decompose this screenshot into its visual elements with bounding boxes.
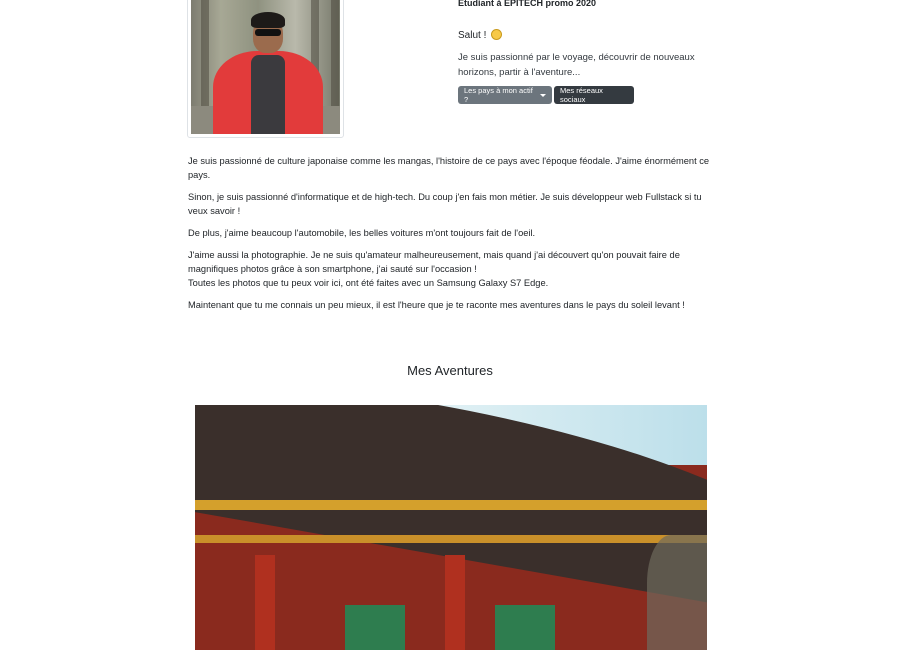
smiling-face-icon	[491, 29, 503, 40]
adventure-photo-shrine[interactable]	[195, 405, 707, 650]
profile-photo	[187, 0, 344, 138]
bio-section: Je suis passionné de culture japonaise c…	[188, 154, 718, 320]
bio-line: Toutes les photos que tu peux voir ici, …	[188, 278, 549, 288]
person-figure	[213, 9, 323, 134]
greeting-text: Salut !	[458, 30, 487, 41]
adventures-title: Mes Aventures	[407, 363, 493, 378]
countries-dropdown-button[interactable]: Les pays à mon actif ?	[458, 86, 552, 104]
caret-down-icon	[540, 93, 546, 97]
bio-paragraph: Sinon, je suis passionné d'informatique …	[188, 192, 702, 216]
bio-paragraph-photography: J'aime aussi la photographie. Je ne suis…	[188, 248, 718, 290]
bio-paragraph: De plus, j'aime beaucoup l'automobile, l…	[188, 228, 536, 238]
intro-text: Je suis passionné par le voyage, découvr…	[458, 52, 695, 78]
social-button-label: Mes réseaux sociaux	[560, 86, 603, 104]
countries-button-label: Les pays à mon actif ?	[464, 86, 533, 104]
greeting: Salut !	[458, 29, 503, 41]
bio-paragraph: Maintenant que tu me connais un peu mieu…	[188, 300, 685, 310]
tagline: Etudiant à EPITECH promo 2020	[458, 0, 597, 8]
bio-paragraph: Je suis passionné de culture japonaise c…	[188, 156, 710, 180]
social-networks-button[interactable]: Mes réseaux sociaux	[554, 86, 634, 104]
bio-line: J'aime aussi la photographie. Je ne suis…	[188, 250, 680, 274]
